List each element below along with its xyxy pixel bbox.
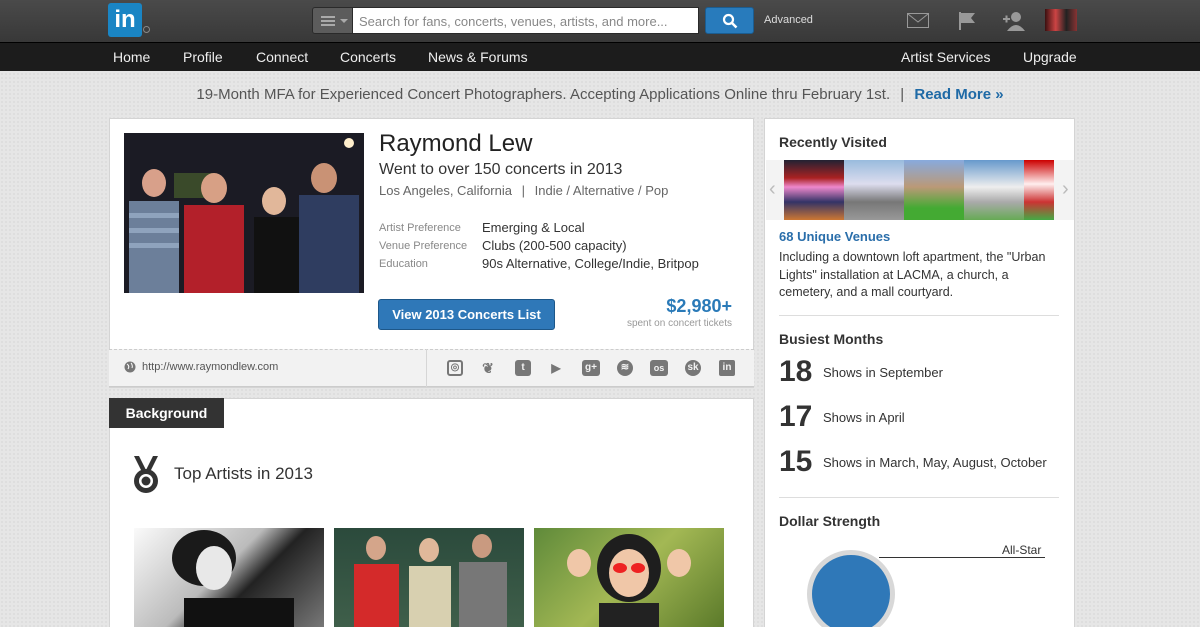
- artist-photo[interactable]: [334, 528, 524, 627]
- venue-thumbnail[interactable]: [784, 160, 844, 220]
- month-count: 15: [779, 445, 813, 478]
- website-link[interactable]: http://www.raymondlew.com: [142, 361, 278, 373]
- globe-icon: [124, 361, 136, 373]
- banner-text: 19-Month MFA for Experienced Concert Pho…: [196, 86, 891, 103]
- view-concerts-button[interactable]: View 2013 Concerts List: [378, 299, 555, 330]
- month-label: Shows in April: [823, 410, 905, 425]
- nav-upgrade[interactable]: Upgrade: [1023, 49, 1077, 65]
- twitter-icon[interactable]: ❦: [480, 360, 496, 376]
- flag-icon[interactable]: [958, 11, 976, 31]
- divider: [779, 315, 1059, 316]
- top-artists-title: Top Artists in 2013: [174, 464, 313, 483]
- chevron-down-icon: [340, 19, 348, 27]
- month-label: Shows in March, May, August, October: [823, 455, 1047, 470]
- chevron-left-icon[interactable]: ‹: [769, 178, 776, 201]
- profile-name: Raymond Lew: [379, 130, 533, 157]
- spent-amount: $2,980+: [666, 296, 732, 316]
- recently-visited-title: Recently Visited: [779, 134, 887, 150]
- main-nav: Home Profile Connect Concerts News & For…: [0, 42, 1200, 71]
- promo-banner: 19-Month MFA for Experienced Concert Pho…: [0, 86, 1200, 103]
- detail-label-venue: Venue Preference: [379, 240, 468, 252]
- nav-connect[interactable]: Connect: [256, 49, 308, 65]
- venues-description: Including a downtown loft apartment, the…: [779, 250, 1046, 299]
- medal-icon: [134, 456, 158, 493]
- location-separator: |: [521, 183, 525, 198]
- month-count: 18: [779, 355, 813, 388]
- genres-text: Indie / Alternative / Pop: [534, 183, 669, 198]
- top-bar: in Search for fans, concerts, venues, ar…: [0, 0, 1200, 42]
- venue-thumbnail[interactable]: [964, 160, 1024, 220]
- profile-photo: [124, 133, 364, 293]
- all-star-line: [879, 557, 1045, 558]
- linkedin-icon[interactable]: in: [719, 360, 735, 376]
- background-tab[interactable]: Background: [109, 398, 224, 428]
- lastfm-icon[interactable]: os: [650, 360, 668, 376]
- spent-caption: spent on concert tickets: [626, 318, 732, 329]
- youtube-icon[interactable]: ▶: [548, 360, 564, 376]
- detail-label-artist: Artist Preference: [379, 222, 461, 234]
- search-filter-button[interactable]: [312, 7, 353, 34]
- banner-separator: |: [900, 86, 905, 103]
- read-more-link[interactable]: Read More »: [914, 86, 1003, 103]
- venue-thumbnail[interactable]: [904, 160, 964, 220]
- artist-photo[interactable]: [534, 528, 724, 627]
- detail-label-education: Education: [379, 258, 428, 270]
- busiest-months-title: Busiest Months: [779, 331, 884, 347]
- detail-value-education: 90s Alternative, College/Indie, Britpop: [482, 256, 699, 271]
- detail-value-artist: Emerging & Local: [482, 220, 585, 235]
- month-count: 17: [779, 400, 813, 433]
- month-label: Shows in September: [823, 365, 943, 380]
- artist-photo[interactable]: [134, 528, 324, 627]
- venue-thumbnail[interactable]: [1024, 160, 1054, 220]
- profile-headline: Went to over 150 concerts in 2013: [379, 161, 623, 178]
- search-button[interactable]: [705, 7, 754, 34]
- all-star-label: All-Star: [1002, 543, 1042, 557]
- dollar-strength-title: Dollar Strength: [779, 513, 881, 529]
- divider: [426, 349, 427, 387]
- detail-value-venue: Clubs (200-500 capacity): [482, 238, 627, 253]
- spent-summary: $2,980+ spent on concert tickets: [600, 296, 732, 329]
- advanced-search-link[interactable]: Advanced: [764, 14, 813, 26]
- registered-mark: [143, 26, 150, 33]
- nav-concerts[interactable]: Concerts: [340, 49, 396, 65]
- search-input[interactable]: Search for fans, concerts, venues, artis…: [353, 7, 699, 34]
- spotify-icon[interactable]: ≋: [617, 360, 633, 376]
- instagram-icon[interactable]: ◎: [447, 360, 463, 376]
- search-icon: [722, 13, 738, 29]
- nav-artist-services[interactable]: Artist Services: [901, 49, 990, 65]
- nav-news-forums[interactable]: News & Forums: [428, 49, 528, 65]
- logo[interactable]: in: [108, 3, 142, 37]
- divider: [779, 497, 1059, 498]
- avatar[interactable]: [1045, 9, 1077, 31]
- location-text: Los Angeles, California: [379, 183, 512, 198]
- chevron-right-icon[interactable]: ›: [1062, 178, 1069, 201]
- profile-location: Los Angeles, California | Indie / Altern…: [379, 183, 668, 198]
- unique-venues-link[interactable]: 68 Unique Venues: [779, 229, 890, 244]
- nav-profile[interactable]: Profile: [183, 49, 223, 65]
- google-plus-icon[interactable]: g+: [582, 360, 600, 376]
- nav-home[interactable]: Home: [113, 49, 150, 65]
- tumblr-icon[interactable]: t: [515, 360, 531, 376]
- venue-thumbnail[interactable]: [844, 160, 904, 220]
- mail-icon[interactable]: [907, 13, 929, 28]
- songkick-icon[interactable]: sk: [685, 360, 701, 376]
- add-connection-icon[interactable]: [1002, 11, 1026, 31]
